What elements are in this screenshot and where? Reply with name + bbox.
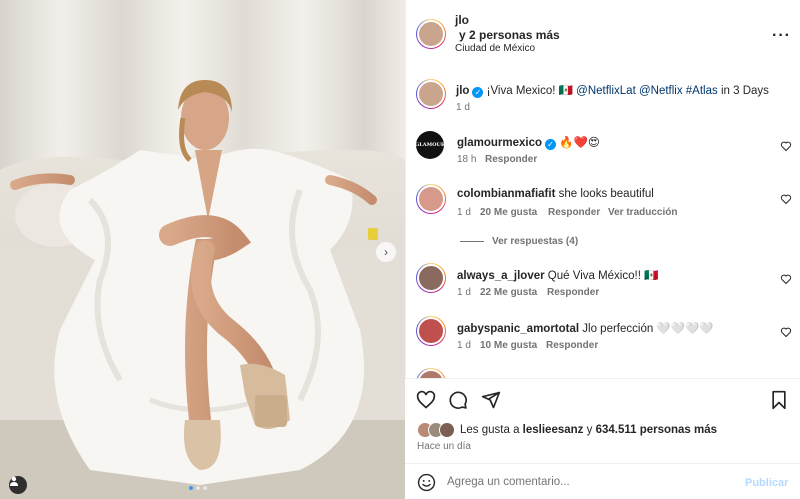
comment-body: always_a_jlover Qué Viva México!! 🇲🇽 xyxy=(457,268,658,282)
likes-summary: Les gusta a leslieesanz y 634.511 person… xyxy=(460,424,717,436)
caption-mentions[interactable]: @NetflixLat @Netflix #Atlas xyxy=(576,85,718,97)
comment-username[interactable]: glamourmexico xyxy=(457,137,542,149)
translate-button[interactable]: Ver traducción xyxy=(608,207,677,218)
comment-username[interactable]: gabyspanic_amortotal xyxy=(457,323,579,335)
avatar xyxy=(439,422,455,438)
collaborators-link[interactable]: y 2 personas más xyxy=(459,28,560,42)
comment-body: glamourmexico ✓ 🔥❤️😍 xyxy=(457,135,600,150)
comment-time[interactable]: 18 h xyxy=(457,154,476,165)
comment-heart-icon[interactable] xyxy=(780,273,792,285)
heart-icon[interactable] xyxy=(416,390,436,410)
post-time[interactable]: Hace un día xyxy=(417,441,471,452)
comment-time[interactable]: 1 d xyxy=(457,207,471,218)
comment-likes[interactable]: 22 Me gusta xyxy=(480,287,537,298)
comment-time[interactable]: 1 d xyxy=(457,340,471,351)
verified-badge-icon: ✓ xyxy=(472,87,484,98)
carousel-next-button[interactable]: › xyxy=(376,242,396,262)
reply-button[interactable]: Responder xyxy=(546,340,598,351)
carousel-dot xyxy=(189,486,193,490)
verified-badge-icon: ✓ xyxy=(545,139,556,150)
liker-username[interactable]: leslieesanz xyxy=(523,424,584,436)
post-photo[interactable]: › xyxy=(0,0,405,499)
caption-text: ¡Viva Mexico! 🇲🇽 xyxy=(486,85,573,97)
comment-body: gabyspanic_amortotal Jlo perfección 🤍🤍🤍🤍 xyxy=(457,321,714,335)
comment-input[interactable] xyxy=(447,472,737,492)
comment-time[interactable]: 1 d xyxy=(457,287,471,298)
emoji-icon[interactable] xyxy=(417,473,436,492)
location-link[interactable]: Ciudad de México xyxy=(455,43,535,54)
author-avatar-ring[interactable] xyxy=(416,19,446,49)
publish-button[interactable]: Publicar xyxy=(745,477,788,489)
comment-text: 🔥❤️😍 xyxy=(559,137,600,149)
avatar xyxy=(417,317,445,345)
caption: jlo ✓ ¡Viva Mexico! 🇲🇽 @NetflixLat @Netfl… xyxy=(456,83,769,98)
comment-icon[interactable] xyxy=(448,390,468,410)
comment-form: Publicar xyxy=(405,463,800,499)
more-options-icon[interactable]: ··· xyxy=(772,27,791,45)
post-modal: › jlo y 2 personas más Ciudad de México … xyxy=(0,0,800,499)
likes-count[interactable]: 634.511 personas más xyxy=(596,424,717,436)
avatar xyxy=(417,264,445,292)
avatar xyxy=(417,20,445,48)
author-username[interactable]: jlo xyxy=(455,13,469,27)
divider xyxy=(460,240,484,242)
bookmark-icon[interactable] xyxy=(770,390,788,410)
reply-button[interactable]: Responder xyxy=(548,207,600,218)
reply-button[interactable]: Responder xyxy=(485,154,537,165)
comment-text: Qué Viva México!! 🇲🇽 xyxy=(547,270,659,282)
comment-avatar[interactable] xyxy=(416,316,446,346)
comment-heart-icon[interactable] xyxy=(780,326,792,338)
carousel-dots xyxy=(189,486,207,490)
likes-prefix: Les gusta a xyxy=(460,424,520,436)
comment-username[interactable]: always_a_jlover xyxy=(457,270,545,282)
comment-heart-icon[interactable] xyxy=(780,140,792,152)
comment-likes[interactable]: 10 Me gusta xyxy=(480,340,537,351)
caption-time[interactable]: 1 d xyxy=(456,102,470,113)
photo-illustration xyxy=(0,0,405,499)
likes-connector: y xyxy=(586,424,593,436)
tagged-users-button[interactable] xyxy=(9,476,27,494)
carousel-dot xyxy=(203,486,207,490)
caption-text-end: in 3 Days xyxy=(720,85,769,97)
carousel-dot xyxy=(196,486,200,490)
reply-button[interactable]: Responder xyxy=(547,287,599,298)
caption-username[interactable]: jlo xyxy=(456,85,469,97)
comment-heart-icon[interactable] xyxy=(780,193,792,205)
user-icon xyxy=(10,476,18,486)
comment-text: she looks beautiful xyxy=(558,188,654,200)
comment-text: Jlo perfección 🤍🤍🤍🤍 xyxy=(582,323,714,335)
view-replies-label: Ver respuestas (4) xyxy=(492,236,579,247)
comment-avatar[interactable] xyxy=(416,263,446,293)
avatar xyxy=(417,80,445,108)
comment-body: colombianmafiafit she looks beautiful xyxy=(457,188,654,200)
comment-likes[interactable]: 20 Me gusta xyxy=(480,207,537,218)
liker-avatars[interactable] xyxy=(417,422,457,438)
glamour-logo-icon: GLAMOUR xyxy=(416,142,444,148)
caption-avatar-ring[interactable] xyxy=(416,79,446,109)
share-icon[interactable] xyxy=(481,390,501,410)
comment-avatar[interactable]: GLAMOUR xyxy=(416,131,444,159)
comment-avatar[interactable] xyxy=(416,184,446,214)
avatar xyxy=(417,185,445,213)
comment-username[interactable]: colombianmafiafit xyxy=(457,188,555,200)
view-replies-button[interactable]: Ver respuestas (4) xyxy=(460,236,578,247)
